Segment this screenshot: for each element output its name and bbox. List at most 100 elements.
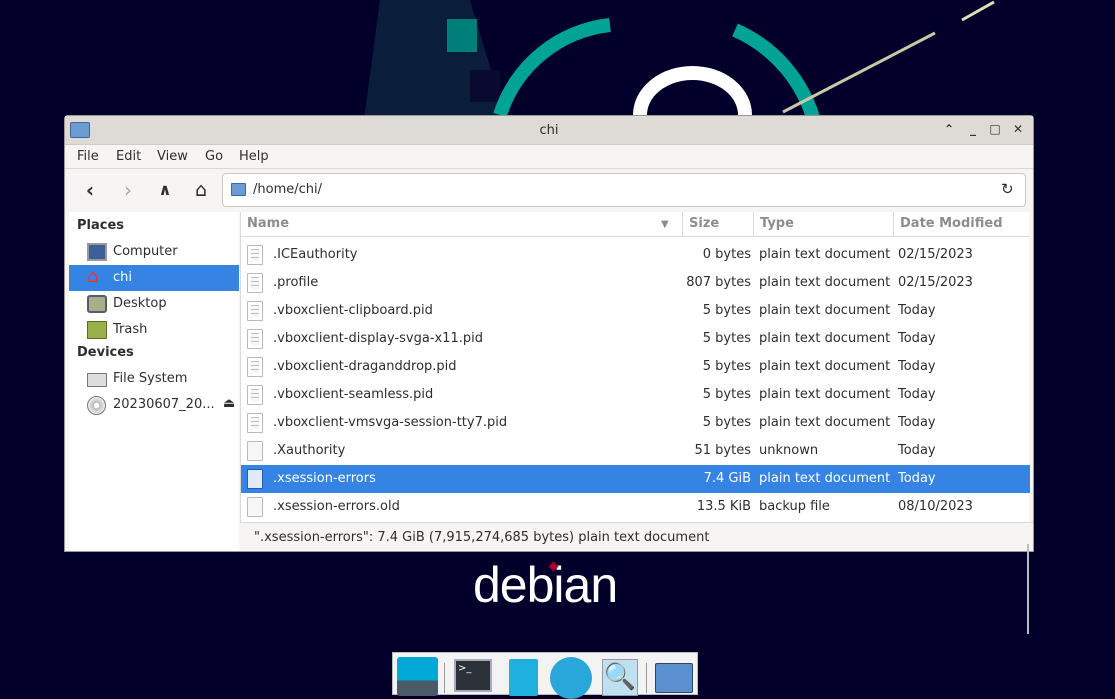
file-date: 02/15/2023 xyxy=(898,247,973,262)
text-file-icon xyxy=(247,469,263,489)
file-list: Name ▼ Size Type Date Modified .ICEautho… xyxy=(240,212,1030,634)
file-name: .xsession-errors.old xyxy=(273,499,400,514)
file-size: 51 bytes xyxy=(694,443,752,458)
file-row[interactable]: .vboxclient-display-svga-x11.pid 5 bytes… xyxy=(241,325,1030,353)
file-size: 7.4 GiB xyxy=(703,471,751,486)
menu-file[interactable]: File xyxy=(77,149,99,164)
file-row[interactable]: .Xauthority 51 bytes unknown Today xyxy=(241,437,1030,465)
title-bar[interactable]: chi ⌃ _ □ ✕ xyxy=(65,116,1033,145)
file-date: Today xyxy=(898,387,936,402)
file-type: plain text document xyxy=(759,331,891,346)
maximize-button[interactable]: □ xyxy=(987,122,1003,138)
file-date: Today xyxy=(898,303,936,318)
sort-down-icon: ▼ xyxy=(661,219,669,230)
dock: >_ 🔍 xyxy=(392,652,698,699)
file-type: unknown xyxy=(759,443,819,458)
file-row[interactable]: .vboxclient-draganddrop.pid 5 bytes plai… xyxy=(241,353,1030,381)
column-type[interactable]: Type xyxy=(760,216,794,238)
sidebar-item-disc[interactable]: 20230607_20... ⏏ xyxy=(69,392,239,418)
file-type: plain text document xyxy=(759,387,891,402)
minimize-button[interactable]: _ xyxy=(965,122,981,138)
toolbar: ‹ › ∧ ⌂ /home/chi/ ↻ xyxy=(65,169,1033,212)
scrollbar[interactable] xyxy=(1027,544,1029,634)
menu-go[interactable]: Go xyxy=(205,149,223,164)
file-row[interactable]: .vboxclient-vmsvga-session-tty7.pid 5 by… xyxy=(241,409,1030,437)
menu-help[interactable]: Help xyxy=(239,149,269,164)
text-file-icon xyxy=(247,245,263,265)
column-date[interactable]: Date Modified xyxy=(900,216,1003,238)
optical-disc-icon xyxy=(87,396,106,415)
file-size: 807 bytes xyxy=(686,275,751,290)
reload-icon[interactable]: ↻ xyxy=(1001,180,1014,198)
file-date: Today xyxy=(898,471,936,486)
file-row[interactable]: .profile 807 bytes plain text document 0… xyxy=(241,269,1030,297)
close-button[interactable]: ✕ xyxy=(1010,122,1026,138)
file-type: plain text document xyxy=(759,247,891,262)
web-browser-icon[interactable] xyxy=(550,657,592,699)
forward-button[interactable]: › xyxy=(116,179,140,203)
file-date: 08/10/2023 xyxy=(898,499,973,514)
file-date: Today xyxy=(898,415,936,430)
file-row[interactable]: .ICEauthority 0 bytes plain text documen… xyxy=(241,241,1030,269)
sidebar-item-chi[interactable]: ⌂ chi xyxy=(69,265,239,291)
folder-icon xyxy=(231,183,246,196)
menu-chevron-icon[interactable]: ⌃ xyxy=(941,122,957,138)
file-type: plain text document xyxy=(759,471,891,486)
file-type: plain text document xyxy=(759,303,891,318)
file-size: 0 bytes xyxy=(702,247,751,262)
home-button[interactable]: ⌂ xyxy=(189,179,213,203)
search-icon[interactable]: 🔍 xyxy=(602,659,638,696)
file-name: .Xauthority xyxy=(273,443,346,458)
sidebar-item-filesystem[interactable]: File System xyxy=(69,366,239,392)
address-path: /home/chi/ xyxy=(253,182,322,197)
text-file-icon xyxy=(247,385,263,405)
places-heading: Places xyxy=(77,218,125,233)
file-date: Today xyxy=(898,443,936,458)
folder-icon[interactable] xyxy=(655,663,693,693)
file-date: 02/15/2023 xyxy=(898,275,973,290)
file-type: plain text document xyxy=(759,415,891,430)
file-name: .vboxclient-draganddrop.pid xyxy=(273,359,457,374)
file-row[interactable]: .vboxclient-seamless.pid 5 bytes plain t… xyxy=(241,381,1030,409)
drive-icon xyxy=(87,373,107,387)
file-row[interactable]: .xsession-errors 7.4 GiB plain text docu… xyxy=(241,465,1030,493)
file-row[interactable]: .xsession-errors.old 13.5 KiB backup fil… xyxy=(241,493,1030,521)
file-size: 5 bytes xyxy=(702,387,751,402)
menu-view[interactable]: View xyxy=(157,149,188,164)
column-header: Name ▼ Size Type Date Modified xyxy=(241,212,1030,237)
back-button[interactable]: ‹ xyxy=(78,179,102,203)
menu-bar: File Edit View Go Help xyxy=(65,145,1033,169)
file-name: .xsession-errors xyxy=(273,471,376,486)
show-desktop-icon[interactable] xyxy=(397,657,438,696)
address-bar[interactable]: /home/chi/ ↻ xyxy=(222,173,1026,207)
text-file-icon xyxy=(247,329,263,349)
up-button[interactable]: ∧ xyxy=(153,179,177,203)
sidebar-item-trash[interactable]: Trash xyxy=(69,317,239,343)
file-size: 5 bytes xyxy=(702,359,751,374)
file-size: 5 bytes xyxy=(702,415,751,430)
eject-icon[interactable]: ⏏ xyxy=(223,396,235,411)
blank-file-icon xyxy=(247,497,263,517)
file-type: backup file xyxy=(759,499,830,514)
file-cabinet-icon[interactable] xyxy=(509,659,538,696)
column-size[interactable]: Size xyxy=(689,216,719,238)
window-title: chi xyxy=(539,123,559,138)
sidebar-item-computer[interactable]: Computer xyxy=(69,239,239,265)
file-size: 5 bytes xyxy=(702,331,751,346)
file-date: Today xyxy=(898,359,936,374)
sidebar: Places Computer ⌂ chi Desktop Trash Devic… xyxy=(69,212,239,551)
text-file-icon xyxy=(247,357,263,377)
sidebar-item-desktop[interactable]: Desktop xyxy=(69,291,239,317)
desktop-icon xyxy=(87,295,107,313)
column-name[interactable]: Name xyxy=(247,216,289,238)
menu-edit[interactable]: Edit xyxy=(116,149,141,164)
file-row[interactable]: .vboxclient-clipboard.pid 5 bytes plain … xyxy=(241,297,1030,325)
terminal-icon[interactable]: >_ xyxy=(454,659,492,692)
file-name: .vboxclient-seamless.pid xyxy=(273,387,434,402)
blank-file-icon xyxy=(247,441,263,461)
status-bar: ".xsession-errors": 7.4 GiB (7,915,274,6… xyxy=(240,522,1033,550)
file-type: plain text document xyxy=(759,275,891,290)
file-name: .vboxclient-vmsvga-session-tty7.pid xyxy=(273,415,508,430)
trash-icon xyxy=(87,321,107,339)
text-file-icon xyxy=(247,413,263,433)
